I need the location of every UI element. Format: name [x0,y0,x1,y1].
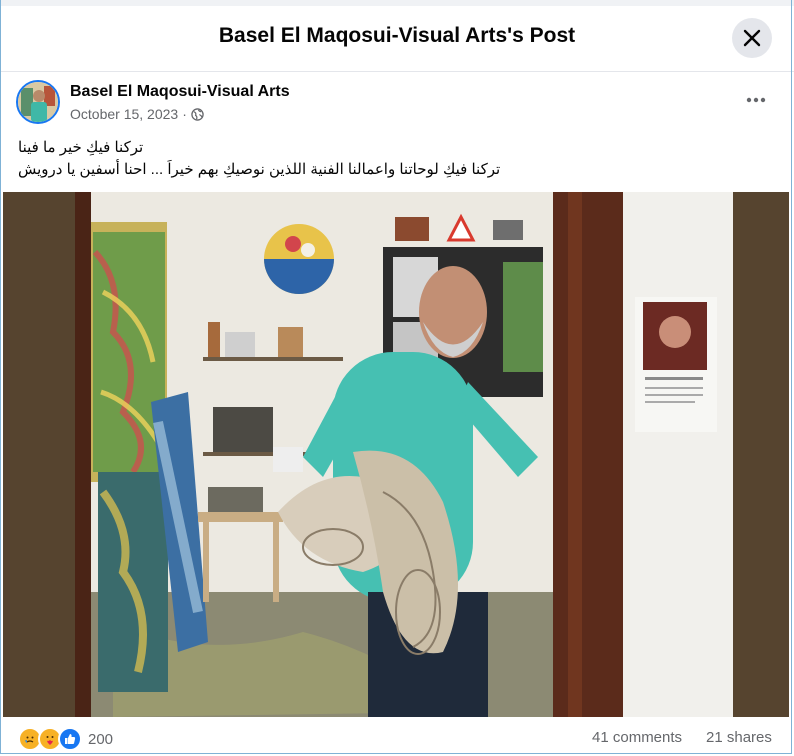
dialog-frame [0,0,792,754]
